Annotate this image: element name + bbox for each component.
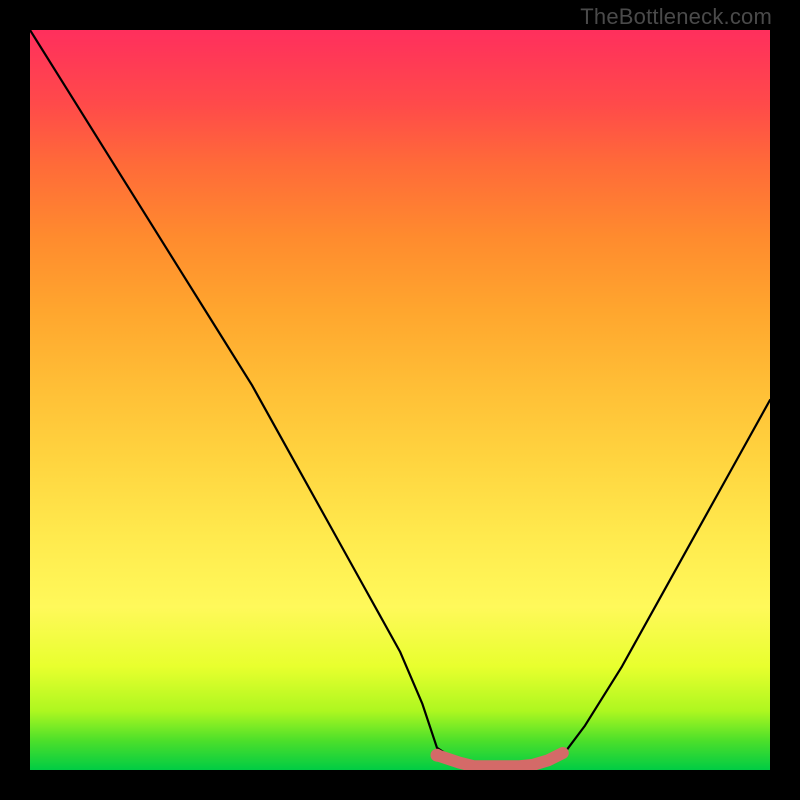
bottleneck-curve	[30, 30, 770, 770]
plot-area	[30, 30, 770, 770]
plot-svg	[30, 30, 770, 770]
chart-container: TheBottleneck.com	[0, 0, 800, 800]
highlight-band	[437, 753, 563, 766]
watermark-text: TheBottleneck.com	[580, 4, 772, 30]
highlight-start-dot	[431, 749, 444, 762]
